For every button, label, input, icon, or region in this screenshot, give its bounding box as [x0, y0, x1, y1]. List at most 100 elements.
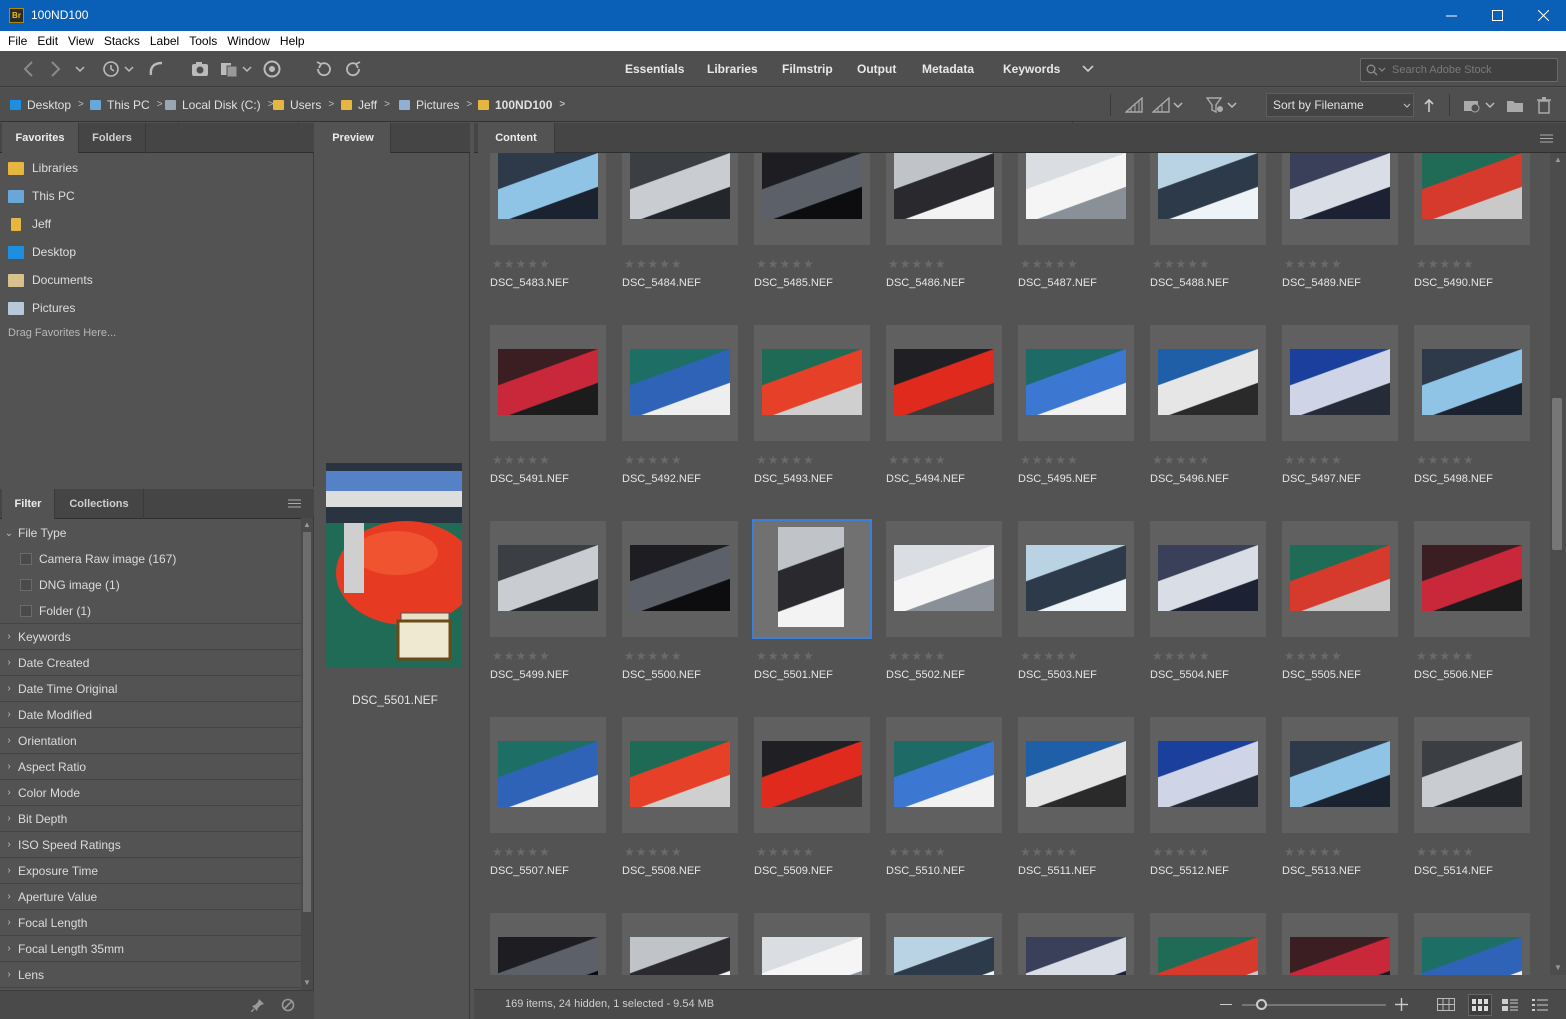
sort-by-dropdown[interactable]: Sort by Filename: [1266, 93, 1414, 117]
thumbnail-cell[interactable]: [490, 913, 606, 975]
menu-stacks[interactable]: Stacks: [99, 34, 145, 48]
star-rating[interactable]: ★★★★★: [1152, 845, 1211, 859]
menu-help[interactable]: Help: [275, 34, 310, 48]
workspace-metadata[interactable]: Metadata: [922, 51, 974, 87]
tab-filter[interactable]: Filter: [2, 489, 54, 519]
forward-button[interactable]: [46, 60, 66, 78]
thumbnail-image[interactable]: [762, 153, 862, 219]
view-list-button[interactable]: [1532, 999, 1548, 1011]
thumbnail-image[interactable]: [1290, 937, 1390, 975]
thumbnail-cell[interactable]: [1414, 521, 1530, 637]
thumbnail-cell[interactable]: [490, 325, 606, 441]
star-rating[interactable]: ★★★★★: [1152, 649, 1211, 663]
sort-ascending-button[interactable]: [1422, 96, 1436, 114]
star-rating[interactable]: ★★★★★: [1416, 257, 1475, 271]
open-recent-file-dropdown[interactable]: [1462, 96, 1498, 114]
filter-option-folder[interactable]: Folder (1): [0, 598, 301, 624]
star-rating[interactable]: ★★★★★: [1152, 257, 1211, 271]
thumbnail-image[interactable]: [1290, 349, 1390, 415]
thumbnail-filename[interactable]: DSC_5497.NEF: [1282, 473, 1361, 485]
star-rating[interactable]: ★★★★★: [888, 649, 947, 663]
thumbnail-filename[interactable]: DSC_5509.NEF: [754, 865, 833, 877]
thumbnail-cell[interactable]: [622, 153, 738, 245]
filter-items-dropdown[interactable]: [1206, 96, 1240, 114]
thumbnail-cell[interactable]: [1282, 153, 1398, 245]
thumbnail-image[interactable]: [1422, 741, 1522, 807]
thumbnail-filename[interactable]: DSC_5485.NEF: [754, 277, 833, 289]
checkbox[interactable]: [20, 579, 32, 591]
star-rating[interactable]: ★★★★★: [492, 649, 551, 663]
thumbnail-filename[interactable]: DSC_5508.NEF: [622, 865, 701, 877]
thumbnail-cell[interactable]: [1414, 325, 1530, 441]
filter-category-orientation[interactable]: › Orientation: [0, 728, 301, 754]
star-rating[interactable]: ★★★★★: [624, 453, 683, 467]
tab-preview[interactable]: Preview: [316, 123, 390, 153]
thumbnail-filename[interactable]: DSC_5486.NEF: [886, 277, 965, 289]
filter-category-lens[interactable]: › Lens: [0, 962, 301, 988]
thumbnail-image[interactable]: [1026, 545, 1126, 611]
star-rating[interactable]: ★★★★★: [1020, 257, 1079, 271]
thumbnail-filename[interactable]: DSC_5495.NEF: [1018, 473, 1097, 485]
favorite-pictures[interactable]: Pictures: [8, 294, 75, 322]
workspace-libraries[interactable]: Libraries: [707, 51, 758, 87]
thumbnail-image[interactable]: [1422, 937, 1522, 975]
slider-handle[interactable]: [1256, 999, 1267, 1010]
star-rating[interactable]: ★★★★★: [624, 845, 683, 859]
thumbnail-cell[interactable]: [886, 913, 1002, 975]
star-rating[interactable]: ★★★★★: [1020, 453, 1079, 467]
thumbnail-image[interactable]: [762, 349, 862, 415]
thumbnail-cell[interactable]: [886, 153, 1002, 245]
thumbnail-image[interactable]: [894, 937, 994, 975]
menu-edit[interactable]: Edit: [32, 34, 63, 48]
breadcrumb-jeff[interactable]: Jeff >: [341, 88, 390, 122]
thumbnail-image[interactable]: [630, 937, 730, 975]
panel-menu-icon[interactable]: [1540, 134, 1553, 143]
thumbnail-image[interactable]: [762, 741, 862, 807]
thumbnail-filename[interactable]: DSC_5502.NEF: [886, 669, 965, 681]
thumbnail-image[interactable]: [498, 937, 598, 975]
tab-folders[interactable]: Folders: [78, 123, 146, 153]
view-details-button[interactable]: [1502, 999, 1518, 1011]
favorite-this-pc[interactable]: This PC: [8, 182, 75, 210]
thumbnail-image[interactable]: [1290, 741, 1390, 807]
scroll-down-icon[interactable]: ▼: [1554, 963, 1562, 972]
delete-button[interactable]: [1535, 96, 1553, 114]
filter-category-exposure-time[interactable]: › Exposure Time: [0, 858, 301, 884]
thumbnail-cell[interactable]: [1150, 325, 1266, 441]
star-rating[interactable]: ★★★★★: [756, 453, 815, 467]
breadcrumb-100nd100[interactable]: 100ND100 >: [478, 88, 565, 122]
thumbnail-image[interactable]: [1026, 937, 1126, 975]
pin-icon[interactable]: [251, 998, 265, 1012]
thumbnail-cell[interactable]: [752, 519, 872, 639]
menu-file[interactable]: File: [3, 34, 32, 48]
workspace-filmstrip[interactable]: Filmstrip: [782, 51, 833, 87]
filter-scrollbar-thumb[interactable]: [303, 532, 311, 912]
thumbnail-filename[interactable]: DSC_5487.NEF: [1018, 277, 1097, 289]
get-photos-from-camera-button[interactable]: [190, 60, 212, 78]
thumbnail-cell[interactable]: [1018, 325, 1134, 441]
thumbnail-filename[interactable]: DSC_5492.NEF: [622, 473, 701, 485]
thumbnail-cell[interactable]: [1018, 153, 1134, 245]
thumbnail-cell[interactable]: [1414, 913, 1530, 975]
thumbnail-image[interactable]: [778, 527, 844, 627]
star-rating[interactable]: ★★★★★: [756, 845, 815, 859]
favorite-libraries[interactable]: Libraries: [8, 154, 78, 182]
maximize-button[interactable]: [1474, 0, 1520, 31]
thumbnail-image[interactable]: [1158, 545, 1258, 611]
thumbnail-filename[interactable]: DSC_5491.NEF: [490, 473, 569, 485]
thumbnail-image[interactable]: [630, 545, 730, 611]
thumbnail-cell[interactable]: [1150, 521, 1266, 637]
camera-raw-button[interactable]: [262, 60, 282, 78]
star-rating[interactable]: ★★★★★: [1020, 649, 1079, 663]
grid-lock-icon[interactable]: [1437, 998, 1455, 1011]
thumbnail-image[interactable]: [1026, 153, 1126, 219]
star-rating[interactable]: ★★★★★: [492, 453, 551, 467]
breadcrumb-local-disk[interactable]: Local Disk (C:) >: [165, 88, 274, 122]
thumbnail-cell[interactable]: [490, 521, 606, 637]
filter-category-date-created[interactable]: › Date Created: [0, 650, 301, 676]
workspace-output[interactable]: Output: [857, 51, 896, 87]
thumbnail-cell[interactable]: [622, 717, 738, 833]
thumbnail-cell[interactable]: [1414, 153, 1530, 245]
thumbnail-filename[interactable]: DSC_5490.NEF: [1414, 277, 1493, 289]
thumbnail-filename[interactable]: DSC_5484.NEF: [622, 277, 701, 289]
